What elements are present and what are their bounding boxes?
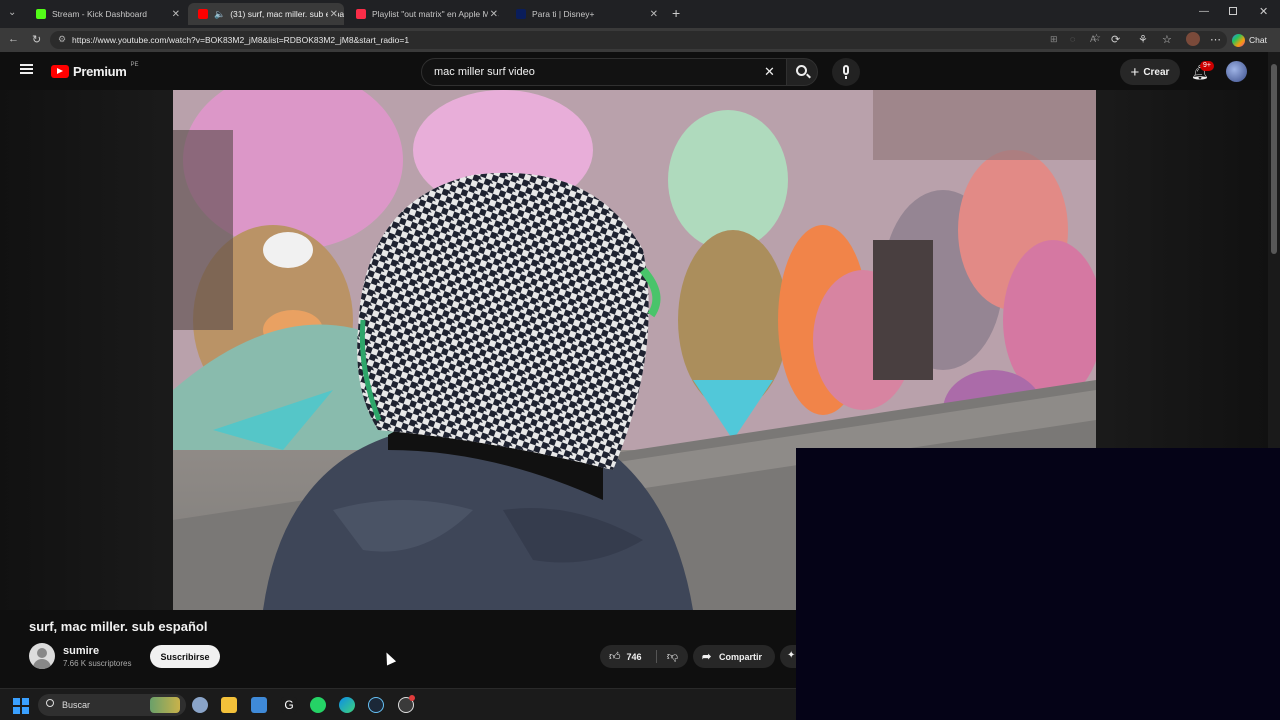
- favorites-icon[interactable]: ☆: [1162, 33, 1172, 46]
- more-options-icon[interactable]: ⋯: [1210, 33, 1221, 46]
- browser-tab-bar: ⌄ Stream - Kick Dashboard ✕ 🔈 (31) surf,…: [0, 0, 1280, 28]
- close-tab-icon[interactable]: ✕: [327, 8, 338, 20]
- tab-disney-plus[interactable]: Para ti | Disney+ ✕: [506, 3, 664, 25]
- edge-browser-icon[interactable]: [339, 697, 355, 713]
- channel-avatar[interactable]: [29, 643, 55, 669]
- profile-avatar[interactable]: [1186, 32, 1200, 46]
- close-window-icon[interactable]: ✕: [1259, 5, 1268, 18]
- tab-youtube-video[interactable]: 🔈 (31) surf, mac miller. sub espa ✕: [188, 3, 344, 25]
- file-explorer-icon[interactable]: [221, 697, 237, 713]
- create-button[interactable]: + Crear: [1120, 59, 1180, 85]
- apple-music-icon: [356, 9, 366, 19]
- youtube-logo[interactable]: Premium PE: [51, 61, 139, 79]
- tab-label: Stream - Kick Dashboard: [52, 9, 147, 19]
- plus-icon: +: [1130, 63, 1140, 81]
- premium-label: Premium: [73, 64, 127, 79]
- site-info-icon[interactable]: ⚙: [58, 34, 66, 45]
- region-label: PE: [130, 61, 139, 68]
- voice-search-button[interactable]: [832, 58, 860, 86]
- microphone-icon: [843, 65, 849, 75]
- clear-search-icon[interactable]: ✕: [764, 64, 775, 80]
- channel-name[interactable]: sumire: [63, 645, 99, 657]
- youtube-play-icon: [51, 65, 69, 78]
- sparkle-icon: ✦: [787, 650, 796, 661]
- new-tab-icon[interactable]: +: [672, 5, 680, 21]
- copilot-icon: [1232, 33, 1245, 47]
- youtube-header: Premium PE mac miller surf video ✕ + Cre…: [0, 52, 1268, 90]
- scrollbar-thumb[interactable]: [1271, 64, 1277, 254]
- mouse-cursor: [381, 650, 397, 666]
- windows-start-icon[interactable]: [13, 698, 29, 714]
- notification-dot: [409, 695, 415, 701]
- tab-kick-dashboard[interactable]: Stream - Kick Dashboard ✕: [26, 3, 186, 25]
- share-button[interactable]: ➦ Compartir: [693, 645, 775, 668]
- taskbar-search-label: Buscar: [62, 700, 91, 710]
- subscriber-count: 7.66 K suscriptores: [63, 659, 132, 668]
- like-count: 746: [626, 651, 642, 662]
- disney-plus-icon: [516, 9, 526, 19]
- app-available-icon[interactable]: ⊞: [1050, 34, 1058, 45]
- search-highlight-icon: [150, 697, 180, 713]
- subscribe-button[interactable]: Suscribirse: [150, 645, 220, 668]
- user-silhouette-icon: [37, 648, 47, 658]
- video-title: surf, mac miller. sub español: [29, 619, 208, 634]
- windows-taskbar: Buscar G: [0, 688, 796, 720]
- tab-label: Para ti | Disney+: [532, 9, 595, 19]
- whatsapp-icon[interactable]: [310, 697, 326, 713]
- share-icon: ➦: [702, 651, 712, 663]
- steam-icon[interactable]: [368, 697, 384, 713]
- taskbar-search[interactable]: Buscar: [38, 694, 186, 716]
- tab-apple-music[interactable]: Playlist "out matrix" en Apple Mus ✕: [346, 3, 504, 25]
- search-input[interactable]: mac miller surf video ✕: [421, 58, 787, 86]
- dislike-button[interactable]: 👎︎: [657, 645, 688, 668]
- speaker-icon[interactable]: 🔈: [214, 9, 225, 20]
- copilot-chat-button[interactable]: Chat: [1232, 32, 1267, 48]
- back-arrow-icon[interactable]: ←: [8, 33, 19, 45]
- favorite-star-icon[interactable]: ☆: [1092, 33, 1101, 44]
- kick-icon: [36, 9, 46, 19]
- like-button[interactable]: 👍︎ 746: [600, 645, 656, 668]
- search-query: mac miller surf video: [434, 66, 535, 78]
- page-scrollbar[interactable]: [1268, 52, 1280, 448]
- overlay-panel: [796, 448, 1280, 720]
- search-button[interactable]: [786, 58, 818, 86]
- extensions-icon[interactable]: ⟳: [1111, 33, 1120, 46]
- chat-label: Chat: [1249, 35, 1267, 45]
- app-icon[interactable]: [251, 697, 267, 713]
- hamburger-menu-icon[interactable]: [20, 64, 33, 74]
- browser-address-bar: ← ↻ ⚙ https://www.youtube.com/watch?v=BO…: [0, 28, 1280, 52]
- close-tab-icon[interactable]: ✕: [650, 9, 658, 20]
- close-tab-icon[interactable]: ✕: [172, 9, 180, 20]
- url-text: https://www.youtube.com/watch?v=BOK83M2_…: [72, 35, 410, 45]
- g-app-icon[interactable]: G: [281, 697, 297, 713]
- account-avatar[interactable]: [1226, 61, 1247, 82]
- thumbs-down-icon: 👎︎: [666, 651, 679, 663]
- reload-icon[interactable]: ↻: [32, 33, 41, 46]
- search-icon: [46, 699, 54, 707]
- puzzle-icon[interactable]: ⚘: [1138, 33, 1148, 46]
- like-dislike-group: 👍︎ 746 👎︎: [600, 645, 688, 668]
- share-label: Compartir: [719, 651, 763, 662]
- tab-label: Playlist "out matrix" en Apple Mus: [372, 9, 499, 19]
- close-tab-icon[interactable]: ✕: [487, 8, 498, 20]
- settings-gear-icon[interactable]: [192, 697, 208, 713]
- restore-icon[interactable]: [1229, 7, 1237, 15]
- create-label: Crear: [1143, 66, 1170, 78]
- tracking-prevention-icon[interactable]: ◌: [1070, 34, 1075, 44]
- minimize-icon[interactable]: —: [1199, 6, 1209, 17]
- thumbs-up-icon: 👍︎: [609, 651, 621, 663]
- youtube-icon: [198, 9, 208, 19]
- tab-actions-chevron-icon[interactable]: ⌄: [8, 7, 16, 18]
- url-field[interactable]: ⚙ https://www.youtube.com/watch?v=BOK83M…: [50, 31, 1227, 49]
- notifications-badge: 9+: [1200, 61, 1214, 71]
